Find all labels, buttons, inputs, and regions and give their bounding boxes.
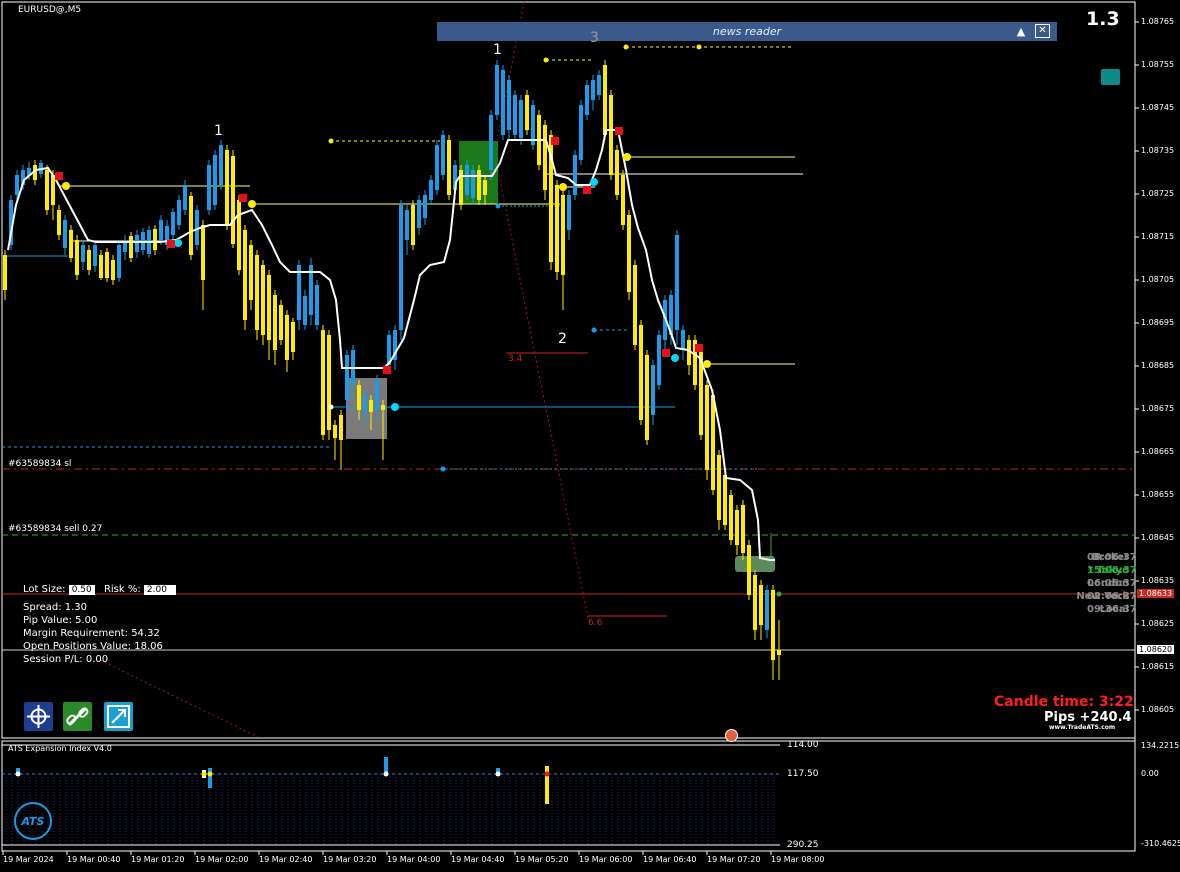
candle-time: Candle time: 3:22: [994, 694, 1134, 710]
teal-button[interactable]: [1101, 69, 1120, 85]
ind-dot: [207, 771, 213, 777]
indicator-title: ATS Expansion Index V4.0: [8, 744, 112, 753]
indicator-grid: [5, 774, 775, 845]
price-tick-label: 1.08705: [1141, 275, 1175, 284]
price-tick-label: 1.08695: [1141, 318, 1175, 327]
time-tick-label: 19 Mar 02:40: [259, 855, 313, 864]
session-time: 15:06:37: [1087, 565, 1137, 576]
ind-dot: [544, 771, 550, 777]
ind-dot: [15, 771, 21, 777]
risk-label: Risk %:: [103, 584, 141, 595]
ask-price-label: 1.08633: [1137, 589, 1175, 598]
ind-level-bottom-label: 290.25: [787, 840, 819, 850]
target-label-2: 6.6: [588, 618, 603, 628]
news-reader-bar[interactable]: news reader ▲ ✕: [437, 22, 1057, 41]
caret-up-icon[interactable]: ▲: [1013, 24, 1029, 39]
target-label-1: 3.4: [508, 354, 523, 364]
brand-url: www.TradeATS.com: [1049, 724, 1116, 731]
price-tick-label: 1.08725: [1141, 189, 1175, 198]
life-ring-icon[interactable]: [725, 729, 738, 742]
price-tick-label: 1.08665: [1141, 447, 1175, 456]
ind-dot: [495, 771, 501, 777]
time-tick-label: 19 Mar 05:20: [515, 855, 569, 864]
session-time: 06:06:37: [1087, 578, 1137, 589]
session-time: 02:06:37: [1087, 591, 1137, 602]
margin-info: Margin Requirement: 54.32: [23, 628, 160, 639]
crosshair-target-icon[interactable]: [24, 702, 53, 731]
ind-dot: [383, 771, 389, 777]
wave-label-1-left: 1: [214, 123, 223, 139]
symbol-title: EURUSD@,M5: [18, 5, 82, 15]
price-tick-label: 1.08615: [1141, 662, 1175, 671]
price-tick-label: 1.08765: [1141, 17, 1175, 26]
time-tick-label: 19 Mar 06:40: [643, 855, 697, 864]
price-tick-label: 1.08735: [1141, 146, 1175, 155]
time-tick-label: 19 Mar 08:00: [771, 855, 825, 864]
time-tick-label: 19 Mar 06:00: [579, 855, 633, 864]
price-tick-label: 1.08655: [1141, 490, 1175, 499]
lot-size-input[interactable]: 0.50: [68, 585, 95, 595]
time-tick-label: 19 Mar 00:40: [67, 855, 121, 864]
close-icon[interactable]: ✕: [1035, 24, 1050, 38]
price-tick-label: 1.08675: [1141, 404, 1175, 413]
svg-text:ATS: ATS: [21, 815, 45, 828]
wave-label-3: 3: [590, 30, 599, 46]
wave-label-2: 2: [558, 331, 567, 347]
pip-value-info: Pip Value: 5.00: [23, 615, 98, 626]
spread-readout: 1.3: [1086, 8, 1120, 30]
price-tick-label: 1.08685: [1141, 361, 1175, 370]
expand-chart-icon[interactable]: [104, 702, 133, 731]
price-tick-label: 1.08625: [1141, 619, 1175, 628]
session-time: 08:06:37: [1087, 552, 1137, 563]
pips-total: Pips +240.4: [1044, 710, 1132, 725]
time-tick-label: 19 Mar 07:20: [707, 855, 761, 864]
expansion-index-chart: ATS: [2, 744, 780, 846]
ind-level-top-label: 114.00: [787, 740, 819, 750]
price-tick-label: 1.08715: [1141, 232, 1175, 241]
time-tick-label: 19 Mar 04:40: [451, 855, 505, 864]
ind-level-mid-label: 117.50: [787, 769, 819, 779]
price-tick-label: 1.08745: [1141, 103, 1175, 112]
news-reader-title: news reader: [712, 25, 782, 38]
open-positions-info: Open Positions Value: 18.06: [23, 641, 163, 652]
chain-link-icon[interactable]: [63, 702, 92, 731]
lot-size-label: Lot Size:: [23, 584, 66, 595]
ind-axis-bottom: -310.4625: [1141, 839, 1180, 848]
wave-label-1-mid: 1: [493, 42, 502, 58]
session-time: 09:36:37: [1087, 604, 1137, 615]
price-tick-label: 1.08635: [1141, 576, 1175, 585]
risk-input[interactable]: 2.00: [143, 585, 176, 595]
ats-logo: ATS: [14, 802, 52, 840]
price-tick-label: 1.08605: [1141, 705, 1175, 714]
ind-dot: [201, 771, 207, 777]
time-tick-label: 19 Mar 03:20: [323, 855, 377, 864]
price-tick-label: 1.08755: [1141, 60, 1175, 69]
lot-size-row: Lot Size: 0.50 Risk %: 2.00: [23, 583, 176, 596]
time-tick-label: 19 Mar 04:00: [387, 855, 441, 864]
time-tick-label: 19 Mar 2024: [3, 855, 54, 864]
sl-order-label: #63589834 sl: [8, 459, 72, 469]
spread-info: Spread: 1.30: [23, 602, 88, 613]
time-tick-label: 19 Mar 02:00: [195, 855, 249, 864]
ind-axis-zero: 0.00: [1141, 769, 1159, 778]
time-tick-label: 19 Mar 01:20: [131, 855, 185, 864]
sell-order-label: #63589834 sell 0.27: [8, 524, 103, 534]
ind-bar: [208, 768, 212, 788]
session-pl-info: Session P/L: 0.00: [23, 654, 109, 665]
price-tick-label: 1.08645: [1141, 533, 1175, 542]
ind-axis-top: 134.2215: [1141, 741, 1180, 750]
lot-panel-info: Spread: 1.30 Pip Value: 5.00 Margin Requ…: [23, 601, 163, 666]
bid-price-label: 1.08620: [1137, 645, 1175, 654]
